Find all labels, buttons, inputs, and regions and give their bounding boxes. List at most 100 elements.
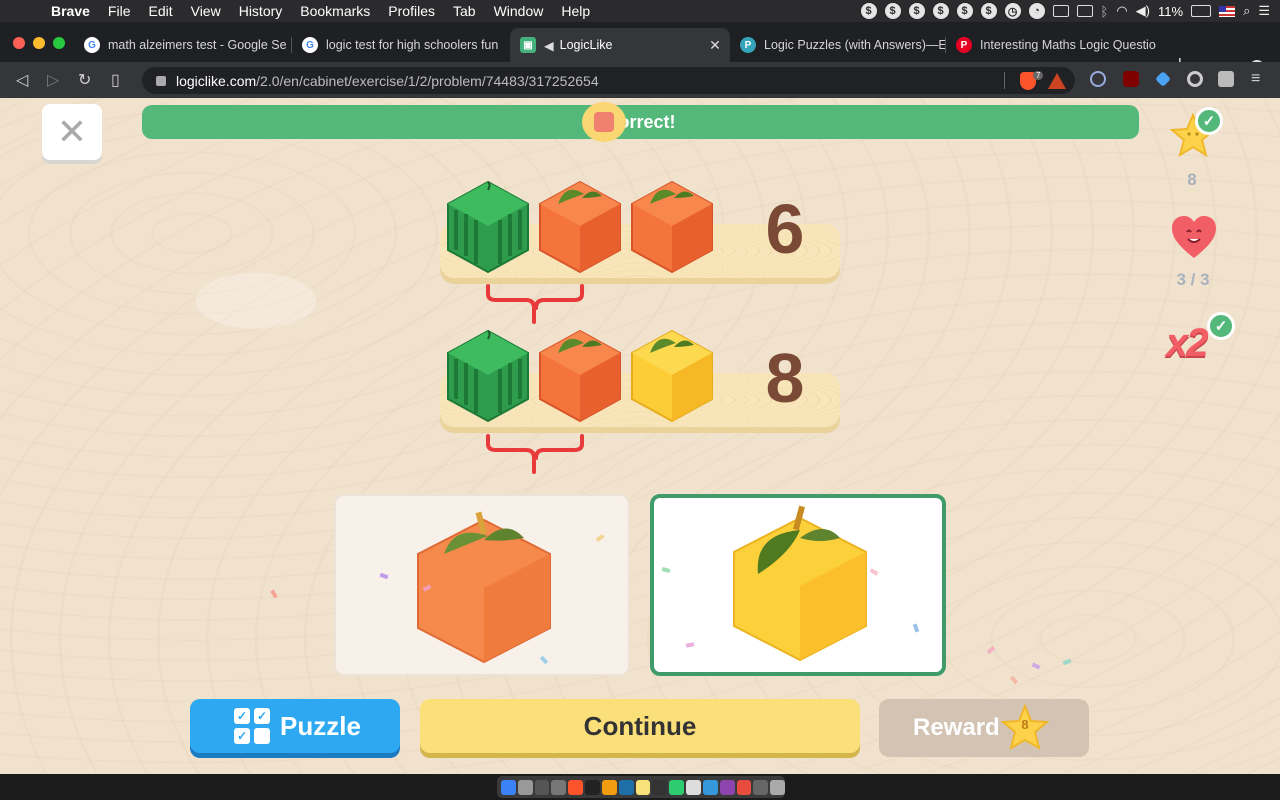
close-exercise-button[interactable]: ✕ [42,104,102,160]
tab-pinterest[interactable]: P Interesting Maths Logic Questio [946,28,1164,62]
check-icon: ✓ [1207,312,1235,340]
menu-window[interactable]: Window [485,3,553,19]
gem-extension-icon[interactable] [1155,71,1171,87]
app-icon[interactable] [686,779,701,795]
menu-bookmarks[interactable]: Bookmarks [291,3,379,19]
pdf-icon[interactable] [736,779,752,795]
app-icon[interactable] [551,779,567,795]
battery-percent[interactable]: 11% [1158,4,1183,19]
ublock-icon[interactable] [1123,71,1139,87]
multiplier-badge: x2 [1166,321,1208,365]
react-devtools-icon[interactable] [1090,71,1106,87]
reward-value: 8 [1021,717,1029,732]
app-icon[interactable] [719,779,735,795]
puzzle-button-label: Puzzle [280,710,361,741]
notes-icon[interactable] [635,779,651,795]
menu-file[interactable]: File [99,3,140,19]
address-bar[interactable]: logiclike.com /2.0/en/cabinet/exercise/1… [142,67,1075,94]
row-1-total: 6 [765,190,805,268]
keyboard-icon[interactable] [1076,5,1093,17]
app-icon[interactable] [669,779,685,795]
tab-google-search-1[interactable]: G math alzeimers test - Google Se [74,28,292,62]
app-icon[interactable] [534,779,550,795]
confetti-piece [1009,675,1019,685]
spotlight-search-icon[interactable]: ⌕ [1243,3,1250,19]
forward-icon[interactable]: ▷ [47,70,59,90]
finder-icon[interactable] [501,779,516,795]
puzzle-button[interactable]: ✓ ✓ ✓ Puzzle [190,699,400,753]
browser-toolbar: ◁ ▷ ↻ ▯ logiclike.com /2.0/en/cabinet/ex… [0,62,1280,98]
p-icon: P [740,37,756,53]
brave-icon[interactable] [568,779,584,795]
url-path: /2.0/en/cabinet/exercise/1/2/problem/744… [256,72,599,89]
window-close-button[interactable] [13,37,25,49]
dollar-icon[interactable]: $ [908,3,925,19]
tab-audio-icon[interactable]: ◀ [544,38,554,53]
app-icon[interactable] [753,779,769,795]
control-center-icon[interactable]: ☰ [1258,3,1270,19]
menu-help[interactable]: Help [552,3,599,19]
launchpad-icon[interactable] [517,779,533,795]
answer-option-lemon-selected[interactable] [650,494,946,676]
terminal-icon[interactable] [585,779,600,795]
lives-count: 3 / 3 [1176,270,1210,289]
tab-google-search-2[interactable]: G logic test for high schoolers fun [292,28,510,62]
trash-icon[interactable] [770,779,786,795]
window-minimize-button[interactable] [33,37,45,49]
menu-profiles[interactable]: Profiles [379,3,444,19]
close-icon: ✕ [56,111,88,152]
dollar-icon[interactable]: $ [860,3,877,19]
target-extension-icon[interactable] [1187,71,1203,87]
row-2-total: 8 [765,339,805,417]
macos-dock [0,774,1280,800]
time-machine-icon[interactable]: ◷ [1004,3,1021,19]
logiclike-icon: ▣ [520,37,536,53]
volume-icon[interactable]: ◀) [1136,3,1150,19]
watermelon-cube-icon [447,180,529,274]
dollar-icon[interactable]: $ [980,3,997,19]
app-icon[interactable] [702,779,718,795]
macos-menubar: Brave File Edit View History Bookmarks P… [0,0,1280,22]
brace-icon [486,434,584,474]
tab-logic-puzzles[interactable]: P Logic Puzzles (with Answers)—E [730,28,946,62]
answer-option-orange[interactable] [334,494,630,676]
shield-count-badge: 7 [1033,71,1044,80]
tab-close-icon[interactable]: ✕ [706,37,724,54]
checkbox-grid-icon: ✓ ✓ ✓ [234,708,270,744]
app-icon[interactable] [652,779,668,795]
back-icon[interactable]: ◁ [16,70,28,90]
window-zoom-button[interactable] [53,37,65,49]
menu-edit[interactable]: Edit [139,3,181,19]
tab-logiclike[interactable]: ▣ ◀ LogicLike ✕ [510,28,730,62]
wifi-icon[interactable]: ◠ [1116,3,1127,19]
confetti-piece [270,589,278,599]
bluetooth-icon[interactable]: ᛒ [1101,4,1109,19]
logiclike-exercise-page: ✕ Correct! ✓ 8 3 / 3 x2 ✓ 6 8 ✓ ✓ ✓ Puzz… [0,98,1280,774]
battery-icon[interactable] [1191,5,1212,17]
google-icon: G [84,37,100,53]
menu-history[interactable]: History [230,3,292,19]
dollar-icon[interactable]: $ [884,3,901,19]
dollar-icon[interactable]: $ [932,3,949,19]
browser-menu-icon[interactable]: ≡ [1251,70,1260,88]
us-flag-icon[interactable] [1219,5,1236,17]
clock-icon[interactable]: ◔ [1028,3,1045,19]
app-icon[interactable] [618,779,634,795]
continue-button[interactable]: Continue [420,699,860,753]
brave-rewards-icon[interactable] [1048,73,1066,89]
orange-cube-icon [539,329,621,423]
dollar-icon[interactable]: $ [956,3,973,19]
stars-count: 8 [1187,170,1197,189]
extensions-puzzle-icon[interactable] [1218,71,1234,87]
menu-tab[interactable]: Tab [444,3,485,19]
sublime-icon[interactable] [601,779,617,795]
bookmark-icon[interactable]: ▯ [111,70,120,90]
reload-icon[interactable]: ↻ [78,70,91,90]
pinterest-icon: P [956,37,972,53]
reward-button[interactable]: Reward 8 [879,699,1089,757]
menu-view[interactable]: View [182,3,230,19]
menu-app-name[interactable]: Brave [42,3,99,19]
check-icon: ✓ [1195,107,1223,135]
airplay-icon[interactable] [1052,5,1069,17]
orange-cube-icon [539,180,621,274]
